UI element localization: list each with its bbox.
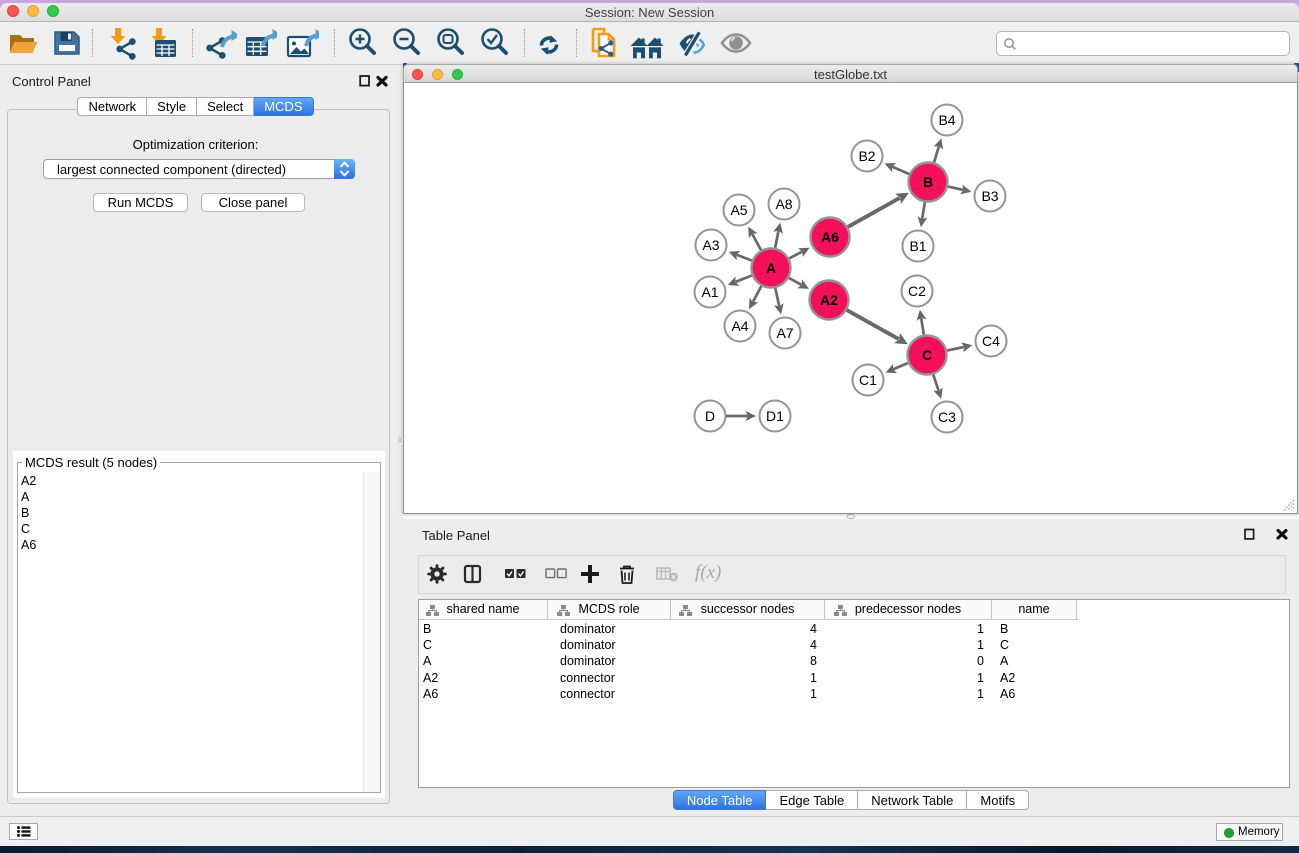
svg-text:B3: B3	[981, 188, 998, 204]
svg-text:C3: C3	[938, 409, 956, 425]
svg-text:A8: A8	[775, 196, 792, 212]
svg-text:B2: B2	[858, 148, 875, 164]
svg-text:C1: C1	[859, 372, 877, 388]
svg-text:A3: A3	[702, 237, 719, 253]
svg-text:A4: A4	[731, 318, 748, 334]
svg-text:C4: C4	[982, 333, 1000, 349]
svg-text:A: A	[766, 260, 776, 276]
svg-text:D1: D1	[766, 408, 784, 424]
svg-text:A7: A7	[776, 325, 793, 341]
svg-text:C2: C2	[908, 283, 926, 299]
svg-text:D: D	[705, 408, 715, 424]
svg-text:B4: B4	[938, 112, 955, 128]
svg-text:A6: A6	[821, 229, 839, 245]
svg-text:B: B	[923, 174, 933, 190]
svg-text:A1: A1	[701, 284, 718, 300]
svg-text:A5: A5	[730, 202, 747, 218]
svg-text:B1: B1	[909, 238, 926, 254]
svg-text:A2: A2	[820, 292, 838, 308]
svg-text:C: C	[922, 347, 932, 363]
